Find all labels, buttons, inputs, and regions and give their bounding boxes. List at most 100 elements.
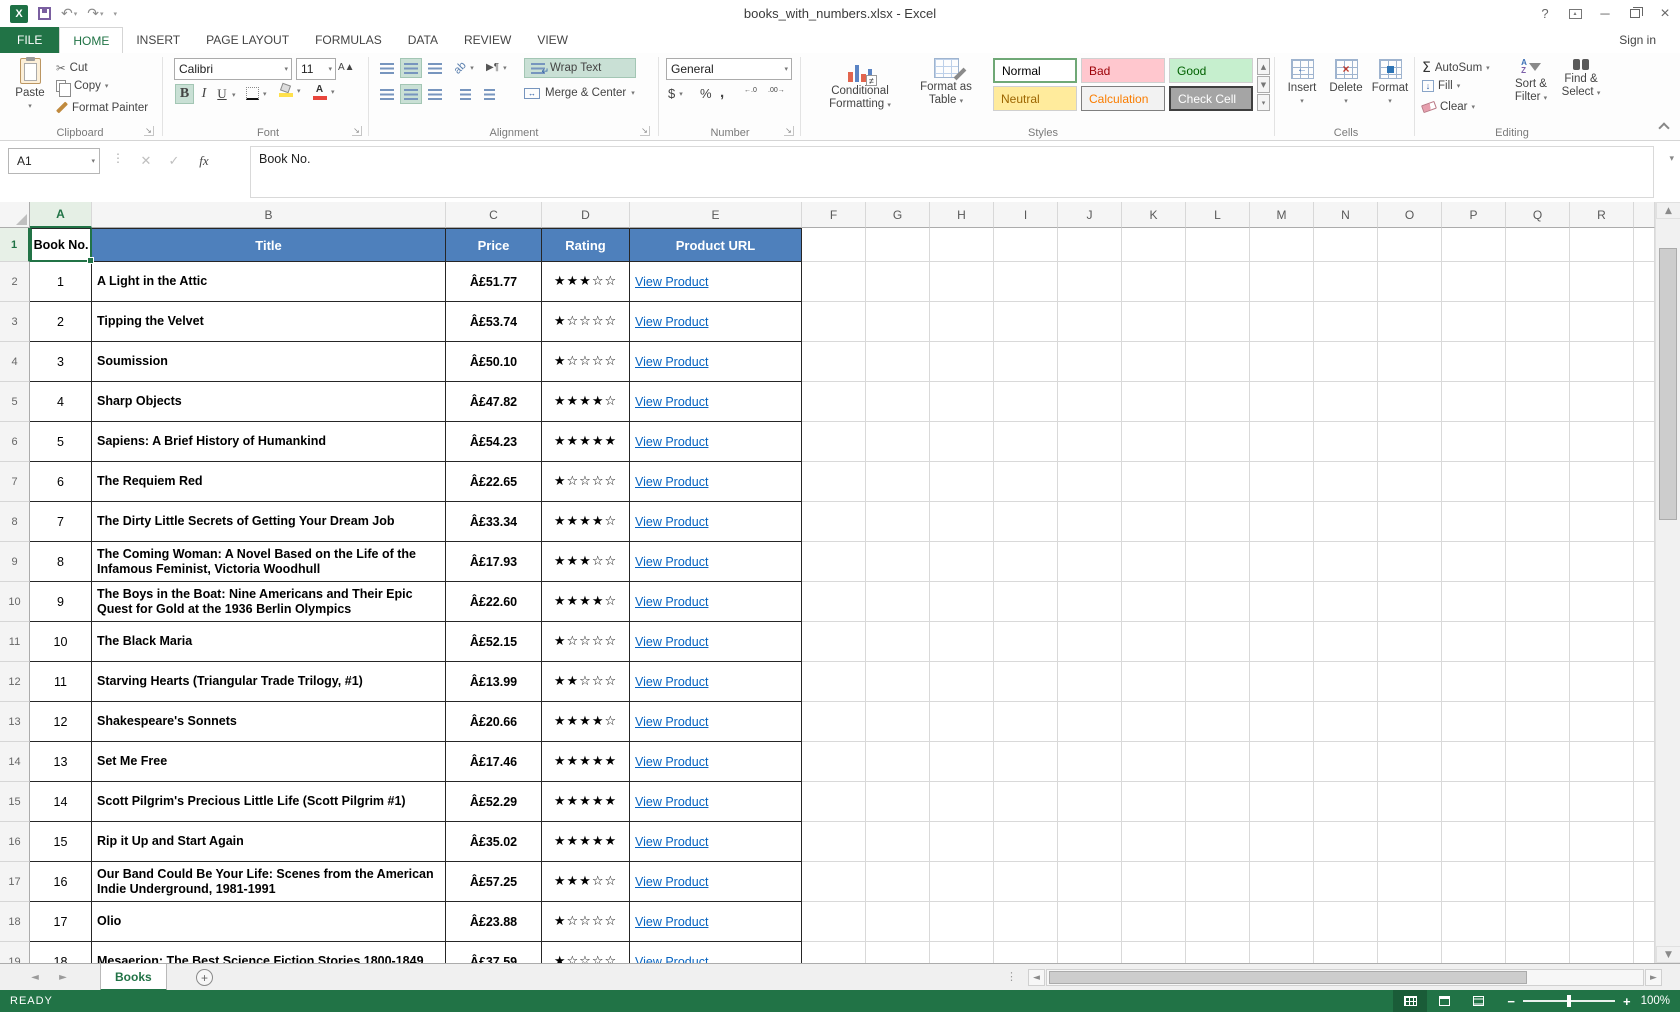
cell-empty[interactable]	[1186, 302, 1250, 342]
conditional-formatting-button[interactable]: ≠ ConditionalFormatting ▾	[817, 58, 903, 112]
cell-empty[interactable]	[802, 342, 866, 382]
cell-empty[interactable]	[866, 942, 930, 963]
cell-empty[interactable]	[1634, 822, 1655, 862]
underline-button[interactable]: U	[214, 84, 230, 104]
cell-empty[interactable]	[994, 542, 1058, 582]
cell-rating[interactable]: ★☆☆☆☆	[542, 622, 630, 662]
cell-empty[interactable]	[802, 782, 866, 822]
cell-empty[interactable]	[802, 662, 866, 702]
cell-title[interactable]: The Coming Woman: A Novel Based on the L…	[92, 542, 446, 582]
cell-price[interactable]: Â£17.46	[446, 742, 542, 782]
column-header-O[interactable]: O	[1378, 202, 1442, 228]
cell-empty[interactable]	[1442, 228, 1506, 262]
cell-book-no[interactable]: 3	[30, 342, 92, 382]
view-product-link[interactable]: View Product	[635, 395, 708, 409]
cell-empty[interactable]	[1314, 228, 1378, 262]
tab-page-layout[interactable]: PAGE LAYOUT	[193, 27, 302, 53]
cell-empty[interactable]	[1570, 502, 1634, 542]
cell-empty[interactable]	[1186, 462, 1250, 502]
cell-book-no[interactable]: 14	[30, 782, 92, 822]
cell-empty[interactable]	[1122, 422, 1186, 462]
view-product-link[interactable]: View Product	[635, 755, 708, 769]
fill-handle[interactable]	[87, 257, 94, 264]
cell-empty[interactable]	[1506, 742, 1570, 782]
cell-rating[interactable]: ★★★★★	[542, 422, 630, 462]
cell-empty[interactable]	[802, 228, 866, 262]
cell-empty[interactable]	[802, 462, 866, 502]
cell-rating[interactable]: ★★★☆☆	[542, 862, 630, 902]
cell-empty[interactable]	[1378, 822, 1442, 862]
cell-empty[interactable]	[1506, 822, 1570, 862]
tab-review[interactable]: REVIEW	[451, 27, 524, 53]
cell-empty[interactable]	[1570, 582, 1634, 622]
column-header-D[interactable]: D	[542, 202, 630, 228]
cell-empty[interactable]	[1634, 582, 1655, 622]
cell-empty[interactable]	[1442, 582, 1506, 622]
cell-book-no[interactable]: 2	[30, 302, 92, 342]
column-header-B[interactable]: B	[92, 202, 446, 228]
cut-button[interactable]: ✂Cut	[56, 61, 88, 75]
cell-empty[interactable]	[1186, 742, 1250, 782]
cell-empty[interactable]	[1250, 622, 1314, 662]
view-product-link[interactable]: View Product	[635, 955, 708, 964]
cell-empty[interactable]	[1122, 902, 1186, 942]
cell-empty[interactable]	[1634, 502, 1655, 542]
cell-a1-selected[interactable]: Book No.	[30, 228, 92, 262]
cell-empty[interactable]	[930, 342, 994, 382]
cell-empty[interactable]	[1506, 302, 1570, 342]
cell-empty[interactable]	[1186, 942, 1250, 963]
cell-empty[interactable]	[1378, 228, 1442, 262]
column-header-H[interactable]: H	[930, 202, 994, 228]
view-product-link[interactable]: View Product	[635, 875, 708, 889]
expand-formula-bar-icon[interactable]: ▾	[1669, 153, 1674, 164]
cell-empty[interactable]	[930, 262, 994, 302]
cell-empty[interactable]	[802, 582, 866, 622]
cell-empty[interactable]	[866, 702, 930, 742]
zoom-out-button[interactable]: −	[1507, 994, 1515, 1009]
cell-book-no[interactable]: 16	[30, 862, 92, 902]
cell-empty[interactable]	[1442, 622, 1506, 662]
cell-title[interactable]: Soumission	[92, 342, 446, 382]
cell-empty[interactable]	[1442, 462, 1506, 502]
cell-empty[interactable]	[994, 822, 1058, 862]
format-cells-button[interactable]: Format ▾	[1370, 59, 1410, 105]
cell-empty[interactable]	[802, 822, 866, 862]
grow-font-button[interactable]: A▲	[338, 62, 355, 73]
cell-empty[interactable]	[1506, 702, 1570, 742]
format-as-table-button[interactable]: Format asTable ▾	[907, 58, 985, 108]
row-header-6[interactable]: 6	[0, 422, 30, 462]
view-product-link[interactable]: View Product	[635, 315, 708, 329]
cell-empty[interactable]	[1314, 342, 1378, 382]
cell-book-no[interactable]: 13	[30, 742, 92, 782]
row-header-15[interactable]: 15	[0, 782, 30, 822]
cell-title[interactable]: Shakespeare's Sonnets	[92, 702, 446, 742]
cell-book-no[interactable]: 18	[30, 942, 92, 963]
cell-empty[interactable]	[1186, 822, 1250, 862]
copy-button[interactable]: Copy▾	[56, 80, 108, 92]
cell-empty[interactable]	[1378, 462, 1442, 502]
decrease-indent-button[interactable]	[454, 84, 476, 104]
minimize-button[interactable]: ─	[1590, 1, 1620, 27]
cell-empty[interactable]	[1058, 942, 1122, 963]
cell-empty[interactable]	[1634, 742, 1655, 782]
cell-empty[interactable]	[1122, 742, 1186, 782]
row-header-12[interactable]: 12	[0, 662, 30, 702]
row-header-17[interactable]: 17	[0, 862, 30, 902]
cell-empty[interactable]	[866, 622, 930, 662]
cell-header-product-url[interactable]: Product URL	[630, 228, 802, 262]
alignment-dialog-launcher[interactable]: ↘	[640, 126, 650, 136]
cell-empty[interactable]	[1058, 262, 1122, 302]
cell-empty[interactable]	[1058, 782, 1122, 822]
cell-empty[interactable]	[1250, 422, 1314, 462]
help-button[interactable]: ?	[1530, 1, 1560, 27]
column-header-C[interactable]: C	[446, 202, 542, 228]
cell-title[interactable]: Olio	[92, 902, 446, 942]
column-header-I[interactable]: I	[994, 202, 1058, 228]
page-layout-view-button[interactable]	[1427, 990, 1461, 1012]
cell-empty[interactable]	[1442, 342, 1506, 382]
cell-price[interactable]: Â£13.99	[446, 662, 542, 702]
cancel-button[interactable]: ✕	[134, 149, 158, 173]
new-sheet-button[interactable]: +	[196, 969, 213, 986]
cell-empty[interactable]	[866, 862, 930, 902]
cell-empty[interactable]	[930, 742, 994, 782]
